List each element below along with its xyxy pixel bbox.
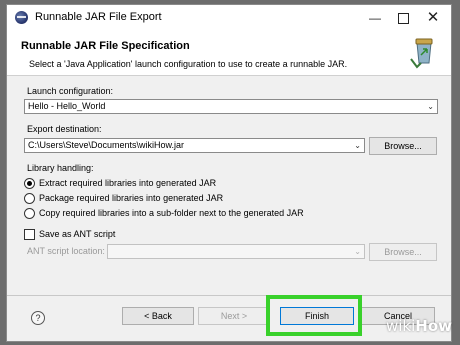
- footer-divider: [7, 295, 451, 296]
- jar-export-icon: [410, 38, 433, 69]
- wizard-header: Runnable JAR File Specification Select a…: [7, 31, 451, 76]
- next-button: Next >: [198, 307, 270, 325]
- watermark-wiki: wiki: [385, 317, 416, 335]
- radio-package-label: Package required libraries into generate…: [39, 193, 224, 203]
- export-dialog: Runnable JAR File Export — ✕ Runnable JA…: [6, 4, 452, 342]
- wikihow-watermark: wikiHow: [386, 317, 452, 335]
- export-destination-input[interactable]: C:\Users\Steve\Documents\wikiHow.jar ⌄: [24, 138, 365, 153]
- export-destination-value: C:\Users\Steve\Documents\wikiHow.jar: [28, 140, 185, 150]
- watermark-how: How: [415, 317, 452, 335]
- launch-config-select[interactable]: Hello - Hello_World ⌄: [24, 99, 438, 114]
- page-title: Runnable JAR File Specification: [21, 40, 190, 52]
- page-description: Select a 'Java Application' launch confi…: [29, 59, 348, 69]
- close-button[interactable]: ✕: [419, 8, 447, 28]
- title-bar: Runnable JAR File Export — ✕: [7, 5, 451, 31]
- export-destination-label: Export destination:: [27, 124, 102, 134]
- finish-highlight-box: [266, 295, 362, 336]
- radio-extract-label: Extract required libraries into generate…: [39, 178, 217, 188]
- radio-unselected-icon: [24, 193, 35, 204]
- help-icon[interactable]: ?: [31, 311, 45, 325]
- launch-config-label: Launch configuration:: [27, 86, 114, 96]
- chevron-down-icon: ⌄: [354, 247, 361, 256]
- launch-config-value: Hello - Hello_World: [28, 101, 106, 111]
- radio-selected-icon: [24, 178, 35, 189]
- chevron-down-icon: ⌄: [354, 141, 361, 150]
- checkbox-unchecked-icon: [24, 229, 35, 240]
- eclipse-icon: [15, 11, 28, 24]
- back-button[interactable]: < Back: [122, 307, 194, 325]
- library-handling-label: Library handling:: [27, 163, 94, 173]
- chevron-down-icon: ⌄: [427, 102, 434, 111]
- radio-unselected-icon: [24, 208, 35, 219]
- save-ant-label: Save as ANT script: [39, 229, 116, 239]
- ant-browse-button: Browse...: [369, 243, 437, 261]
- maximize-icon: [397, 13, 409, 24]
- ant-location-input: ⌄: [107, 244, 365, 259]
- export-browse-button[interactable]: Browse...: [369, 137, 437, 155]
- minimize-button[interactable]: —: [361, 8, 389, 28]
- ant-location-label: ANT script location:: [27, 246, 105, 256]
- window-title: Runnable JAR File Export: [35, 11, 162, 23]
- maximize-button[interactable]: [389, 8, 417, 28]
- radio-copy-label: Copy required libraries into a sub-folde…: [39, 208, 304, 218]
